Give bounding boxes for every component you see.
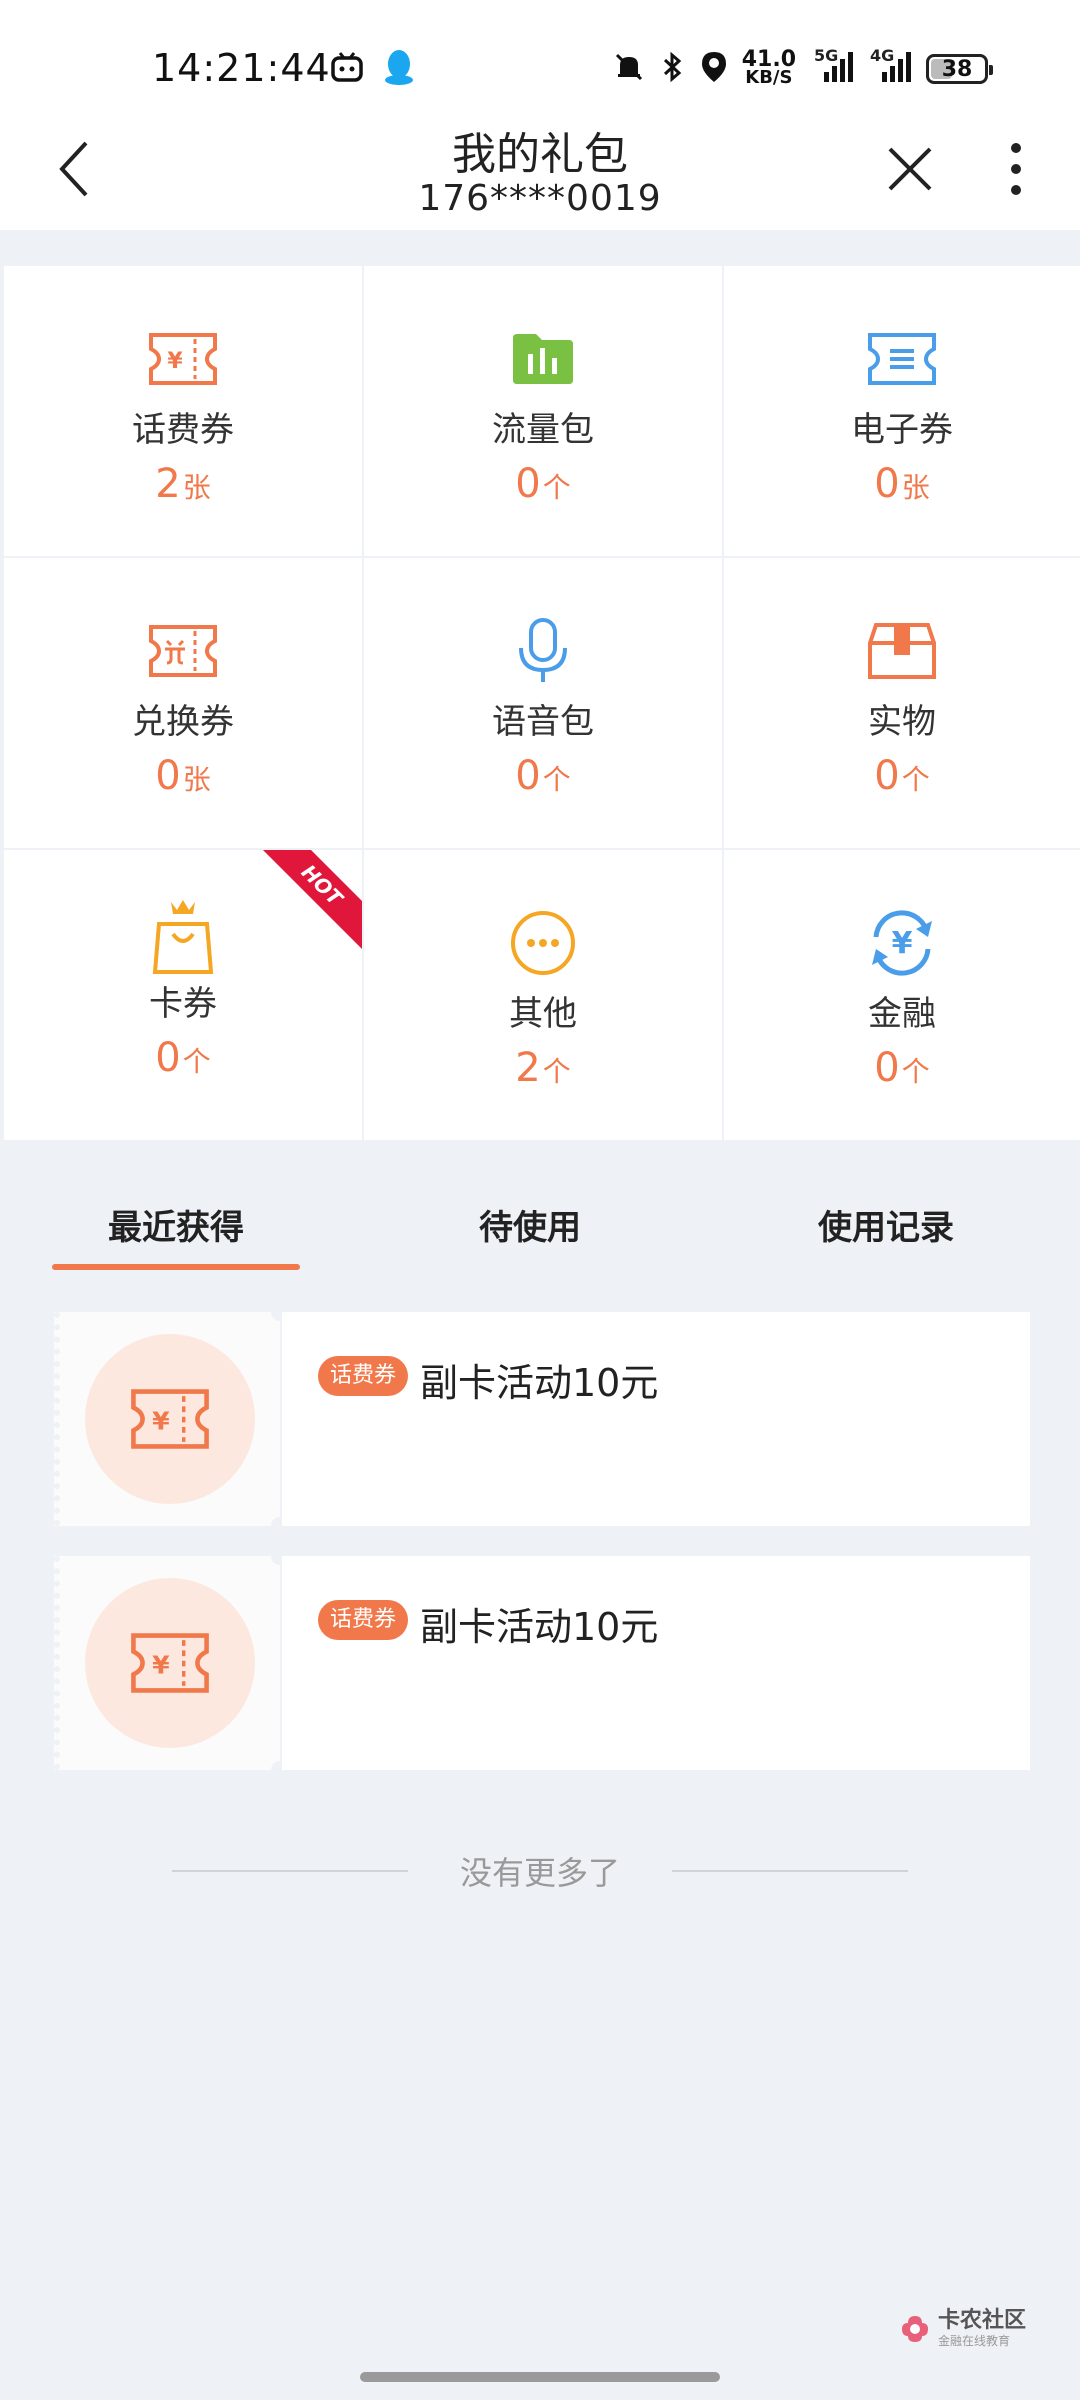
category-voice-package[interactable]: 语音包 0个	[364, 558, 722, 848]
category-count: 2个	[515, 1045, 571, 1091]
kanong-logo-icon	[902, 2315, 928, 2342]
coupon-name: 副卡活动10元	[420, 1605, 659, 1649]
category-count: 0个	[515, 753, 571, 799]
status-icons: 41.0 KB/S 5G 4G 38	[612, 44, 993, 94]
category-label: 其他	[509, 994, 577, 1034]
bilibili-tv-icon	[330, 50, 364, 88]
exchange-coupon-icon	[145, 618, 221, 684]
coupon-type-tag: 话费券	[318, 1356, 409, 1396]
svg-text:¥: ¥	[152, 1406, 170, 1435]
package-box-icon	[864, 618, 940, 684]
battery-icon: 38	[926, 54, 993, 84]
mute-bell-icon	[612, 50, 646, 88]
category-label: 语音包	[492, 702, 594, 742]
category-label: 兑换券	[132, 702, 234, 742]
vertical-dots-icon	[1011, 143, 1021, 195]
category-count: 0个	[515, 461, 571, 507]
coupon-stub: ¥	[54, 1547, 289, 1779]
watermark: 卡农社区 金融在线教育	[898, 2310, 1026, 2347]
close-icon	[888, 147, 932, 191]
yuan-exchange-icon: ¥	[864, 910, 940, 976]
title-bar: 我的礼包 176****0019	[0, 112, 1080, 230]
qq-penguin-icon	[382, 46, 416, 90]
category-count: 0个	[155, 1035, 211, 1081]
svg-text:¥: ¥	[167, 349, 183, 374]
divider	[171, 1870, 408, 1872]
category-exchange-coupon[interactable]: 兑换券 0张	[4, 558, 362, 848]
category-count: 0张	[874, 461, 930, 507]
shopping-bag-crown-icon	[145, 898, 221, 976]
battery-level: 38	[941, 56, 973, 82]
active-tab-indicator	[52, 1264, 300, 1270]
coupon-body: 话费券 副卡活动10元	[280, 1312, 1030, 1526]
more-menu-button[interactable]	[986, 134, 1046, 204]
category-label: 流量包	[492, 410, 594, 450]
category-label: 卡券	[149, 984, 217, 1024]
category-finance[interactable]: ¥ 金融 0个	[724, 850, 1080, 1140]
coupon-name: 副卡活动10元	[420, 1361, 659, 1405]
svg-text:¥: ¥	[152, 1650, 170, 1679]
status-time: 14:21:44	[152, 46, 331, 90]
coupon-icon-circle: ¥	[85, 1334, 255, 1504]
coupon-body: 话费券 副卡活动10元	[280, 1556, 1030, 1770]
category-bill-coupon[interactable]: ¥ 话费券 2张	[4, 266, 362, 556]
tab-recently-obtained[interactable]: 最近获得	[52, 1200, 300, 1249]
signal-5g-icon: 5G	[810, 46, 854, 88]
e-coupon-icon	[864, 326, 940, 392]
tab-usage-history[interactable]: 使用记录	[776, 1200, 996, 1249]
tab-to-be-used[interactable]: 待使用	[420, 1200, 640, 1249]
category-label: 金融	[868, 994, 936, 1034]
watermark-title: 卡农社区	[938, 2308, 1027, 2333]
hot-badge: HOT	[253, 850, 362, 954]
location-pin-icon	[700, 50, 728, 88]
signal-4g-icon: 4G	[868, 46, 912, 88]
network-speed: 41.0 KB/S	[741, 47, 796, 88]
bill-coupon-icon: ¥	[145, 326, 221, 392]
divider	[672, 1870, 908, 1872]
status-bar: 14:21:44 41.0 KB/S 5G 4G 38	[0, 0, 1080, 112]
coupon-card[interactable]: ¥ 话费券 副卡活动10元	[54, 1547, 1030, 1779]
end-of-list: 没有更多了	[0, 1846, 1080, 1896]
category-label: 电子券	[851, 410, 953, 450]
no-more-text: 没有更多了	[459, 1854, 620, 1892]
category-card-coupon[interactable]: HOT 卡券 0个	[4, 850, 362, 1140]
bluetooth-icon	[660, 50, 686, 88]
category-physical-goods[interactable]: 实物 0个	[724, 558, 1080, 848]
svg-text:¥: ¥	[892, 926, 913, 961]
home-indicator[interactable]	[360, 2372, 720, 2382]
coupon-stub: ¥	[54, 1303, 289, 1535]
watermark-subtitle: 金融在线教育	[938, 2334, 1011, 2348]
bill-coupon-icon: ¥	[131, 1389, 209, 1449]
category-other[interactable]: 其他 2个	[364, 850, 722, 1140]
coupon-icon-circle: ¥	[85, 1578, 255, 1748]
category-grid: ¥ 话费券 2张 流量包 0个 电子券 0张 兑换券 0张 语音包 0个 实物 …	[4, 266, 1080, 1140]
microphone-icon	[505, 618, 581, 684]
category-e-coupon[interactable]: 电子券 0张	[724, 266, 1080, 556]
bill-coupon-icon: ¥	[131, 1633, 209, 1693]
coupon-type-tag: 话费券	[318, 1600, 409, 1640]
category-count: 0个	[874, 1045, 930, 1091]
category-label: 实物	[868, 702, 936, 742]
category-count: 0个	[874, 753, 930, 799]
close-button[interactable]	[878, 134, 942, 204]
category-count: 2张	[155, 461, 211, 507]
category-data-package[interactable]: 流量包 0个	[364, 266, 722, 556]
coupon-card[interactable]: ¥ 话费券 副卡活动10元	[54, 1303, 1030, 1535]
more-dots-icon	[505, 910, 581, 976]
category-label: 话费券	[132, 410, 234, 450]
data-folder-icon	[505, 326, 581, 392]
category-count: 0张	[155, 753, 211, 799]
tab-bar: 最近获得 待使用 使用记录	[0, 1168, 1080, 1270]
